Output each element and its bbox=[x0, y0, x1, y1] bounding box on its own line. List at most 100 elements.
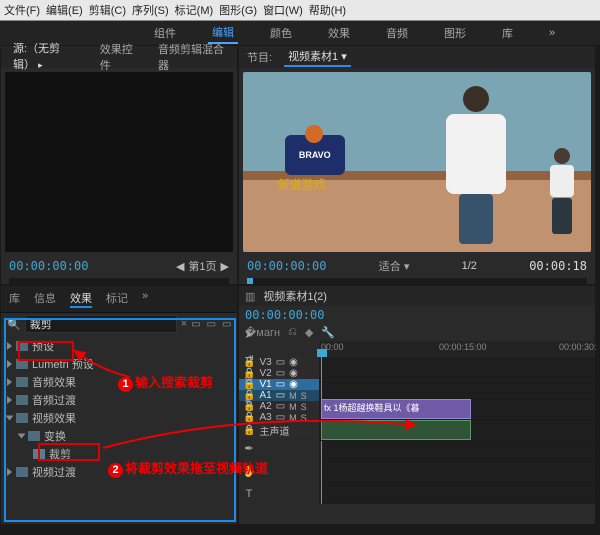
source-tab-fx[interactable]: 效果控件 bbox=[96, 40, 142, 74]
track-v1-lane[interactable]: fx 1杨超越换鞋具以《暮 bbox=[319, 399, 595, 420]
ws-tab-effects[interactable]: 效果 bbox=[324, 23, 354, 43]
eff-tab-mark[interactable]: 标记 bbox=[106, 290, 128, 308]
32bit-icon[interactable]: ▭ bbox=[207, 319, 216, 330]
eff-tab-info[interactable]: 信息 bbox=[34, 290, 56, 308]
ws-tab-overflow[interactable]: » bbox=[545, 25, 559, 41]
program-ratio[interactable]: 1/2 bbox=[462, 260, 477, 272]
toggle-icon[interactable]: ▭ bbox=[276, 357, 285, 368]
source-timecode[interactable]: 00:00:00:00 bbox=[9, 259, 88, 273]
workspace-tabbar: 组件 编辑 颜色 效果 音频 图形 库 » bbox=[0, 21, 600, 45]
program-panel-head: 节目: 视频素材1 ▾ bbox=[239, 46, 595, 68]
track-select-tool-icon[interactable]: ⇥ bbox=[244, 351, 253, 364]
toggle-icon[interactable]: ▭ bbox=[276, 368, 285, 379]
source-panel-tabs: 源:（无剪辑） ▸ 效果控件 音频剪辑混合器 bbox=[1, 46, 237, 68]
track-v3-lane[interactable] bbox=[319, 357, 595, 378]
person-side bbox=[547, 148, 577, 238]
folder-audiofx[interactable]: 音频效果 bbox=[5, 373, 233, 391]
hand-tool-icon[interactable]: ✋ bbox=[242, 465, 256, 478]
video-clip[interactable]: fx 1杨超越换鞋具以《暮 bbox=[321, 399, 471, 419]
menu-edit[interactable]: 编辑(E) bbox=[46, 2, 83, 18]
page-next-icon[interactable]: ▶ bbox=[221, 260, 229, 273]
eye-icon[interactable]: ◉ bbox=[289, 379, 298, 390]
program-title-tab[interactable]: 视频素材1 ▾ bbox=[284, 47, 351, 67]
menu-mark[interactable]: 标记(M) bbox=[175, 2, 214, 18]
ws-tab-graphics[interactable]: 图形 bbox=[440, 23, 470, 43]
annot-box-search bbox=[18, 341, 74, 361]
timeline-title[interactable]: 视频素材1(2) bbox=[263, 288, 327, 304]
timeline-head: ▥ 视频素材1(2) bbox=[239, 286, 595, 306]
ruler-t2: 00:00:30: bbox=[559, 342, 597, 352]
eye-icon[interactable]: ◉ bbox=[289, 357, 298, 368]
search-icon: 🔍 bbox=[7, 318, 21, 331]
program-scrubber[interactable] bbox=[247, 278, 587, 284]
page-prev-icon[interactable]: ◀ bbox=[176, 260, 184, 273]
toggle-icon[interactable]: ▭ bbox=[276, 412, 285, 423]
menu-graphics[interactable]: 图形(G) bbox=[219, 2, 257, 18]
track-v2-lane[interactable] bbox=[319, 378, 595, 399]
audio-clip[interactable] bbox=[321, 420, 471, 440]
menu-help[interactable]: 帮助(H) bbox=[309, 2, 346, 18]
toggle-icon[interactable]: ▭ bbox=[276, 379, 285, 390]
program-timecode-left[interactable]: 00:00:00:00 bbox=[247, 259, 326, 273]
source-panel: 源:（无剪辑） ▸ 效果控件 音频剪辑混合器 00:00:00:00 ◀ 第1页… bbox=[0, 45, 238, 285]
type-tool-icon[interactable]: T bbox=[246, 488, 253, 500]
pen-tool-icon[interactable]: ✒ bbox=[244, 442, 253, 455]
folder-audiotrans[interactable]: 音频过渡 bbox=[5, 391, 233, 409]
link-icon[interactable]: ⎌ bbox=[288, 326, 297, 339]
menu-sequence[interactable]: 序列(S) bbox=[132, 2, 169, 18]
eff-tab-fx[interactable]: 效果 bbox=[70, 290, 92, 308]
ws-tab-library[interactable]: 库 bbox=[498, 23, 517, 43]
eff-tab-more[interactable]: » bbox=[142, 290, 148, 308]
ripple-tool-icon[interactable]: ✂ bbox=[244, 374, 253, 387]
solo-icon[interactable]: S bbox=[301, 402, 307, 412]
program-panel: 节目: 视频素材1 ▾ BRAVO 新道游戏 00:00:00:00 适合 ▾ … bbox=[238, 45, 596, 285]
marker-icon[interactable]: ◆ bbox=[305, 326, 313, 339]
clear-search-icon[interactable]: × bbox=[181, 318, 187, 330]
solo-icon[interactable]: S bbox=[301, 413, 307, 423]
logo-subtitle: 新道游戏 bbox=[278, 176, 326, 193]
source-tab-audiomix[interactable]: 音频剪辑混合器 bbox=[154, 40, 229, 74]
solo-icon[interactable]: S bbox=[301, 391, 307, 401]
track-a2-lane[interactable] bbox=[319, 441, 595, 462]
razor-tool-icon[interactable]: ✎ bbox=[244, 397, 253, 410]
timeline-panel: ▥ 视频素材1(2) 00:00:00:00 �магн ⎌ ◆ 🔧 00:00… bbox=[238, 285, 596, 525]
menu-file[interactable]: 文件(F) bbox=[4, 2, 40, 18]
effects-panel: 库 信息 效果 标记 » 🔍 × ▭ ▭ ▭ 预设 Lumetri 预设 音频效… bbox=[0, 285, 238, 525]
eff-tab-lib[interactable]: 库 bbox=[9, 290, 20, 308]
menu-clip[interactable]: 剪辑(C) bbox=[89, 2, 126, 18]
timeline-ruler[interactable]: 00:00 00:00:15:00 00:00:30: bbox=[319, 341, 595, 357]
selection-tool-icon[interactable]: ➤ bbox=[244, 328, 253, 341]
accel-icon[interactable]: ▭ bbox=[191, 319, 200, 330]
track-master-lane[interactable] bbox=[319, 483, 595, 504]
timeline-seq-icon: ▥ bbox=[245, 290, 255, 303]
ws-tab-audio[interactable]: 音频 bbox=[382, 23, 412, 43]
mute-icon[interactable]: M bbox=[289, 402, 297, 412]
folder-videofx[interactable]: 视频效果 bbox=[5, 409, 233, 427]
ws-tab-color[interactable]: 颜色 bbox=[266, 23, 296, 43]
menu-window[interactable]: 窗口(W) bbox=[263, 2, 303, 18]
timeline-timecode[interactable]: 00:00:00:00 bbox=[245, 308, 324, 322]
track-a1-lane[interactable] bbox=[319, 420, 595, 441]
clip-name: 1杨超越换鞋具以《暮 bbox=[334, 403, 420, 413]
toggle-icon[interactable]: ▭ bbox=[276, 401, 285, 412]
mute-icon[interactable]: M bbox=[289, 391, 297, 401]
source-tab-none[interactable]: 源:（无剪辑） ▸ bbox=[9, 39, 84, 75]
program-fit-select[interactable]: 适合 ▾ bbox=[379, 258, 410, 274]
track-a3-lane[interactable] bbox=[319, 462, 595, 483]
eye-icon[interactable]: ◉ bbox=[289, 368, 298, 379]
page-label: 第1页 bbox=[188, 258, 216, 274]
source-page-nav: ◀ 第1页 ▶ bbox=[176, 258, 229, 274]
source-monitor bbox=[5, 72, 233, 252]
toggle-icon[interactable]: ▭ bbox=[276, 390, 285, 401]
yuv-icon[interactable]: ▭ bbox=[222, 319, 231, 330]
program-title-prefix: 节目: bbox=[247, 49, 272, 65]
source-scrubber[interactable] bbox=[9, 278, 229, 284]
effects-search-row: 🔍 × ▭ ▭ ▭ bbox=[1, 313, 237, 335]
track-lanes[interactable]: fx 1杨超越换鞋具以《暮 bbox=[319, 357, 595, 504]
mute-icon[interactable]: M bbox=[289, 413, 297, 423]
effects-search-input[interactable] bbox=[25, 315, 177, 333]
folder-videotrans[interactable]: 视频过渡 bbox=[5, 463, 233, 481]
wrench-icon[interactable]: 🔧 bbox=[321, 326, 335, 339]
slip-tool-icon[interactable]: ↔ bbox=[244, 420, 255, 432]
program-monitor[interactable]: BRAVO 新道游戏 bbox=[243, 72, 591, 252]
